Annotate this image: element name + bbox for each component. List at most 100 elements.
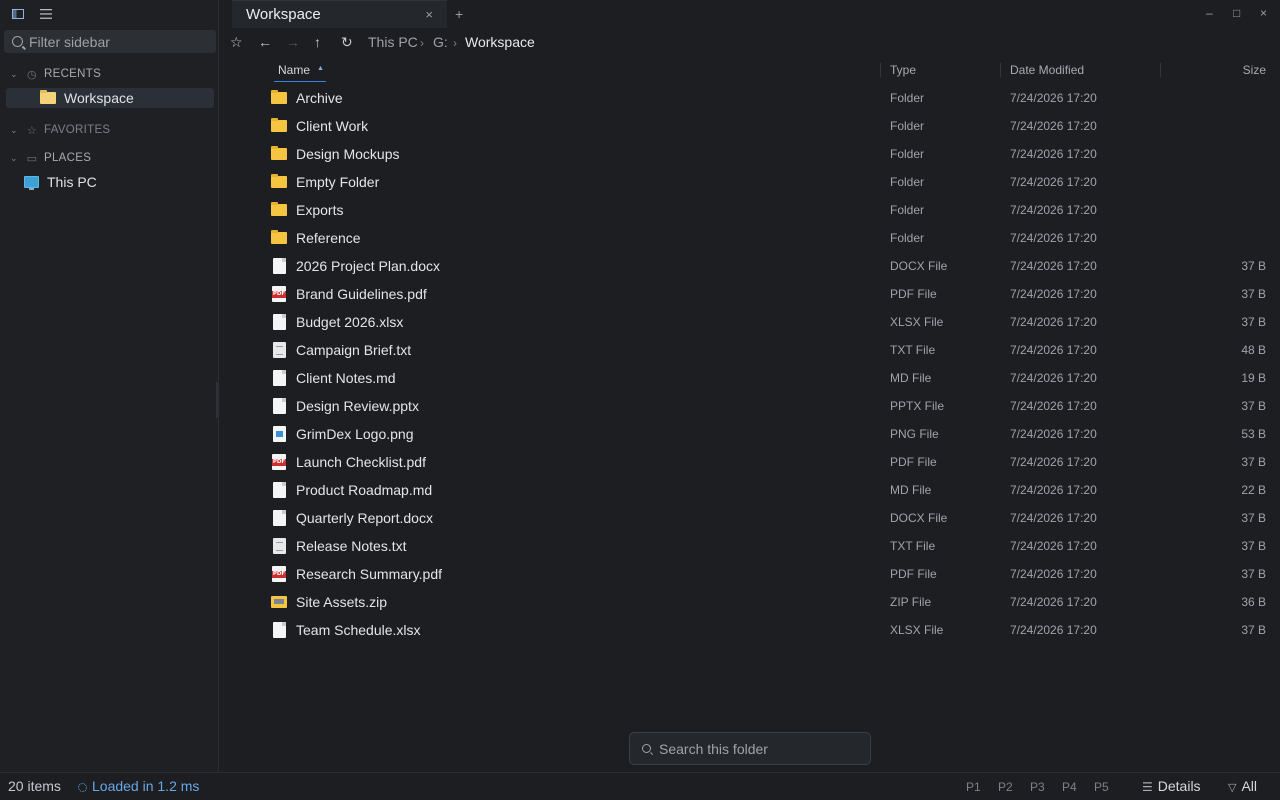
file-type: PNG File xyxy=(890,427,939,441)
back-arrow-icon[interactable]: ← xyxy=(258,34,272,50)
file-size: 36 B xyxy=(1241,595,1266,609)
up-arrow-icon[interactable]: ↑ xyxy=(314,34,321,50)
section-places-label: PLACES xyxy=(44,152,92,164)
file-name: Client Work xyxy=(296,118,369,134)
breadcrumb-current[interactable]: Workspace xyxy=(465,34,535,50)
section-recents[interactable]: ⌄ ◷ RECENTS xyxy=(10,66,101,82)
breadcrumb-drive[interactable]: G: xyxy=(433,34,448,50)
column-header-type[interactable]: Type xyxy=(890,63,916,77)
file-row[interactable]: 2026 Project Plan.docx DOCX File 7/24/2026… xyxy=(220,252,1280,280)
file-name: Client Notes.md xyxy=(296,370,396,386)
close-window-button[interactable]: × xyxy=(1260,6,1267,20)
file-row[interactable]: Client Notes.md MD File 7/24/2026 17:20 19 … xyxy=(220,364,1280,392)
maximize-button[interactable]: □ xyxy=(1233,6,1240,20)
minimize-button[interactable]: – xyxy=(1206,6,1213,20)
folder-icon xyxy=(270,146,288,162)
view-mode-button[interactable]: ☰ Details xyxy=(1142,778,1201,794)
filter-label: All xyxy=(1241,778,1258,794)
file-name: Budget 2026.xlsx xyxy=(296,314,404,330)
text-file-icon xyxy=(270,342,288,358)
file-row[interactable]: Reference Folder 7/24/2026 17:20 xyxy=(220,224,1280,252)
file-type: PDF File xyxy=(890,287,937,301)
column-divider[interactable] xyxy=(880,63,881,77)
breadcrumb-separator: › xyxy=(453,36,457,50)
file-type: PDF File xyxy=(890,567,937,581)
clock-icon: ◷ xyxy=(27,68,37,81)
file-name: Team Schedule.xlsx xyxy=(296,622,421,638)
section-favorites[interactable]: ⌄ ☆ FAVORITES xyxy=(10,122,110,138)
file-row[interactable]: Exports Folder 7/24/2026 17:20 xyxy=(220,196,1280,224)
file-row[interactable]: Brand Guidelines.pdf PDF File 7/24/2026 17… xyxy=(220,280,1280,308)
file-date: 7/24/2026 17:20 xyxy=(1010,343,1097,357)
column-header-name[interactable]: Name xyxy=(278,63,310,77)
search-icon xyxy=(12,36,23,47)
sidebar-toggle-icon[interactable] xyxy=(11,7,25,21)
column-header-date[interactable]: Date Modified xyxy=(1010,63,1084,77)
filter-sidebar-input[interactable]: Filter sidebar xyxy=(4,30,216,53)
file-row[interactable]: Product Roadmap.md MD File 7/24/2026 17:20… xyxy=(220,476,1280,504)
file-row[interactable]: Research Summary.pdf PDF File 7/24/2026 17… xyxy=(220,560,1280,588)
file-date: 7/24/2026 17:20 xyxy=(1010,147,1097,161)
file-type: TXT File xyxy=(890,343,936,357)
tab-workspace[interactable]: Workspace × xyxy=(232,0,447,28)
section-places[interactable]: ⌄ ▭ PLACES xyxy=(10,150,91,166)
column-header-size[interactable]: Size xyxy=(1243,63,1266,77)
sidebar-resize-handle[interactable] xyxy=(216,382,218,418)
column-divider[interactable] xyxy=(1000,63,1001,77)
search-icon xyxy=(642,744,651,753)
file-row[interactable]: Quarterly Report.docx DOCX File 7/24/2026 … xyxy=(220,504,1280,532)
file-row[interactable]: Release Notes.txt TXT File 7/24/2026 17:20… xyxy=(220,532,1280,560)
column-header-row: Name ▲ Type Date Modified Size xyxy=(220,56,1280,84)
file-row[interactable]: Archive Folder 7/24/2026 17:20 xyxy=(220,84,1280,112)
file-row[interactable]: Empty Folder Folder 7/24/2026 17:20 xyxy=(220,168,1280,196)
file-row[interactable]: Team Schedule.xlsx XLSX File 7/24/2026 17:… xyxy=(220,616,1280,644)
pane-button-3[interactable]: P3 xyxy=(1030,780,1045,794)
file-list: Archive Folder 7/24/2026 17:20 Client Work F… xyxy=(220,84,1280,644)
pane-button-1[interactable]: P1 xyxy=(966,780,981,794)
new-tab-button[interactable]: + xyxy=(455,6,463,22)
folder-icon xyxy=(270,202,288,218)
section-favorites-label: FAVORITES xyxy=(44,124,111,136)
sidebar-item-workspace[interactable]: Workspace xyxy=(6,88,214,108)
file-row[interactable]: Launch Checklist.pdf PDF File 7/24/2026 17… xyxy=(220,448,1280,476)
section-recents-label: RECENTS xyxy=(44,68,102,80)
file-date: 7/24/2026 17:20 xyxy=(1010,371,1097,385)
close-tab-icon[interactable]: × xyxy=(425,7,433,22)
refresh-icon[interactable]: ↻ xyxy=(341,34,353,51)
file-row[interactable]: Budget 2026.xlsx XLSX File 7/24/2026 17:20… xyxy=(220,308,1280,336)
file-row[interactable]: Client Work Folder 7/24/2026 17:20 xyxy=(220,112,1280,140)
pane-button-4[interactable]: P4 xyxy=(1062,780,1077,794)
menu-icon[interactable] xyxy=(39,7,53,21)
file-size: 19 B xyxy=(1241,371,1266,385)
pdf-icon xyxy=(270,566,288,582)
file-type: DOCX File xyxy=(890,259,948,273)
sidebar: Filter sidebar ⌄ ◷ RECENTS Workspace ⌄ ☆… xyxy=(0,0,219,772)
folder-icon xyxy=(270,118,288,134)
pane-button-5[interactable]: P5 xyxy=(1094,780,1109,794)
sidebar-item-this-pc[interactable]: This PC xyxy=(6,172,214,192)
file-row[interactable]: Site Assets.zip ZIP File 7/24/2026 17:20 36… xyxy=(220,588,1280,616)
file-row[interactable]: Design Review.pptx PPTX File 7/24/2026 17:… xyxy=(220,392,1280,420)
search-folder-input[interactable]: Search this folder xyxy=(629,732,871,765)
file-row[interactable]: Campaign Brief.txt TXT File 7/24/2026 17:2… xyxy=(220,336,1280,364)
file-size: 37 B xyxy=(1241,539,1266,553)
file-row[interactable]: Design Mockups Folder 7/24/2026 17:20 xyxy=(220,140,1280,168)
column-divider[interactable] xyxy=(1160,63,1161,77)
file-size: 37 B xyxy=(1241,315,1266,329)
filter-button[interactable]: ▽ All xyxy=(1228,778,1257,794)
sort-ascending-icon: ▲ xyxy=(317,65,324,72)
chevron-down-icon: ⌄ xyxy=(10,152,18,163)
forward-arrow-icon[interactable]: → xyxy=(286,34,300,50)
file-date: 7/24/2026 17:20 xyxy=(1010,567,1097,581)
file-name: Launch Checklist.pdf xyxy=(296,454,426,470)
file-type: XLSX File xyxy=(890,623,944,637)
pane-button-2[interactable]: P2 xyxy=(998,780,1013,794)
filter-sidebar-placeholder: Filter sidebar xyxy=(29,33,110,50)
file-date: 7/24/2026 17:20 xyxy=(1010,483,1097,497)
file-row[interactable]: GrimDex Logo.png PNG File 7/24/2026 17:20 5… xyxy=(220,420,1280,448)
star-icon[interactable]: ☆ xyxy=(230,34,243,51)
filter-icon: ▽ xyxy=(1228,782,1237,794)
breadcrumb-this-pc[interactable]: This PC xyxy=(368,34,418,50)
file-size: 22 B xyxy=(1241,483,1266,497)
file-name: Design Review.pptx xyxy=(296,398,419,414)
